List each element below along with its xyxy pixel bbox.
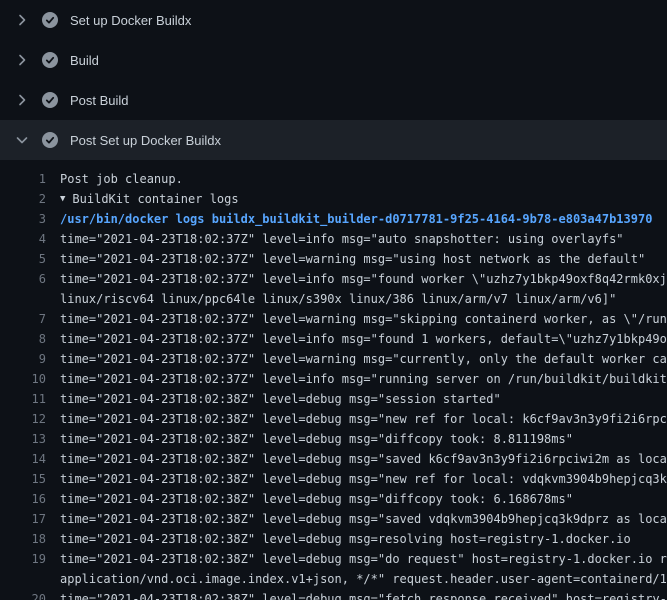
log-line: 19time="2021-04-23T18:02:38Z" level=debu…	[0, 549, 667, 569]
log-line: 20time="2021-04-23T18:02:38Z" level=debu…	[0, 589, 667, 600]
log-line: application/vnd.oci.image.index.v1+json,…	[0, 569, 667, 589]
log-line-text: Post job cleanup.	[46, 169, 183, 189]
step-label: Post Build	[70, 93, 129, 108]
chevron-down-icon[interactable]	[14, 132, 30, 148]
log-line: 6time="2021-04-23T18:02:37Z" level=info …	[0, 269, 667, 289]
log-line-text: time="2021-04-23T18:02:38Z" level=debug …	[46, 389, 501, 409]
log-line-text: time="2021-04-23T18:02:37Z" level=warnin…	[46, 249, 645, 269]
log-line-number: 1	[0, 169, 46, 189]
step-label: Post Set up Docker Buildx	[70, 133, 221, 148]
log-line-number: 13	[0, 429, 46, 449]
log-line: 3/usr/bin/docker logs buildx_buildkit_bu…	[0, 209, 667, 229]
log-line: 14time="2021-04-23T18:02:38Z" level=debu…	[0, 449, 667, 469]
log-line-text: time="2021-04-23T18:02:37Z" level=info m…	[46, 269, 667, 289]
check-circle-icon	[42, 92, 58, 108]
log-line-text: time="2021-04-23T18:02:37Z" level=info m…	[46, 329, 667, 349]
log-line-number: 8	[0, 329, 46, 349]
step-header-post-set-up-docker-buildx[interactable]: Post Set up Docker Buildx	[0, 120, 667, 160]
log-line-number: 4	[0, 229, 46, 249]
log-line-number: 12	[0, 409, 46, 429]
log-line-text: time="2021-04-23T18:02:37Z" level=warnin…	[46, 349, 667, 369]
log-line: 4time="2021-04-23T18:02:37Z" level=info …	[0, 229, 667, 249]
log-line-number: 15	[0, 469, 46, 489]
log-line-number: 3	[0, 209, 46, 229]
log-line-text: application/vnd.oci.image.index.v1+json,…	[46, 569, 667, 589]
log-line: 13time="2021-04-23T18:02:38Z" level=debu…	[0, 429, 667, 449]
log-line-text: time="2021-04-23T18:02:38Z" level=debug …	[46, 549, 667, 569]
log-line: 9time="2021-04-23T18:02:37Z" level=warni…	[0, 349, 667, 369]
log-line-text: time="2021-04-23T18:02:38Z" level=debug …	[46, 529, 631, 549]
step-header-build[interactable]: Build	[0, 40, 667, 80]
chevron-right-icon[interactable]	[14, 92, 30, 108]
workflow-steps-list: Set up Docker Buildx Build Post Build Po…	[0, 0, 667, 600]
log-line: 1Post job cleanup.	[0, 169, 667, 189]
log-line-text: BuildKit container logs	[65, 189, 238, 209]
log-line: 16time="2021-04-23T18:02:38Z" level=debu…	[0, 489, 667, 509]
log-line: 10time="2021-04-23T18:02:37Z" level=info…	[0, 369, 667, 389]
log-line-number	[0, 289, 46, 309]
log-line-number: 2	[0, 189, 46, 209]
log-line: 11time="2021-04-23T18:02:38Z" level=debu…	[0, 389, 667, 409]
log-line: 2▼BuildKit container logs	[0, 189, 667, 209]
chevron-right-icon[interactable]	[14, 12, 30, 28]
log-line-number: 19	[0, 549, 46, 569]
log-line-text: time="2021-04-23T18:02:38Z" level=debug …	[46, 589, 667, 600]
log-line-text: time="2021-04-23T18:02:38Z" level=debug …	[46, 429, 573, 449]
check-circle-icon	[42, 12, 58, 28]
log-line-text: time="2021-04-23T18:02:38Z" level=debug …	[46, 469, 667, 489]
step-header-post-build[interactable]: Post Build	[0, 80, 667, 120]
log-line-text: time="2021-04-23T18:02:38Z" level=debug …	[46, 409, 667, 429]
log-output: 1Post job cleanup.2▼BuildKit container l…	[0, 160, 667, 600]
log-line-text: linux/riscv64 linux/ppc64le linux/s390x …	[46, 289, 616, 309]
log-line-number: 7	[0, 309, 46, 329]
log-line-number: 14	[0, 449, 46, 469]
log-line-text: time="2021-04-23T18:02:38Z" level=debug …	[46, 449, 667, 469]
check-circle-icon	[42, 132, 58, 148]
log-line-number	[0, 569, 46, 589]
log-line: linux/riscv64 linux/ppc64le linux/s390x …	[0, 289, 667, 309]
log-line: 17time="2021-04-23T18:02:38Z" level=debu…	[0, 509, 667, 529]
check-circle-icon	[42, 52, 58, 68]
log-line-number: 17	[0, 509, 46, 529]
log-line-text: /usr/bin/docker logs buildx_buildkit_bui…	[46, 209, 652, 229]
log-line-number: 6	[0, 269, 46, 289]
log-line-number: 16	[0, 489, 46, 509]
log-line-number: 10	[0, 369, 46, 389]
log-line-number: 5	[0, 249, 46, 269]
log-line: 18time="2021-04-23T18:02:38Z" level=debu…	[0, 529, 667, 549]
log-line: 12time="2021-04-23T18:02:38Z" level=debu…	[0, 409, 667, 429]
log-line: 15time="2021-04-23T18:02:38Z" level=debu…	[0, 469, 667, 489]
log-line: 5time="2021-04-23T18:02:37Z" level=warni…	[0, 249, 667, 269]
step-header-set-up-docker-buildx[interactable]: Set up Docker Buildx	[0, 0, 667, 40]
log-line: 8time="2021-04-23T18:02:37Z" level=info …	[0, 329, 667, 349]
log-line-text: time="2021-04-23T18:02:37Z" level=warnin…	[46, 309, 667, 329]
log-group-toggle-icon[interactable]: ▼	[46, 189, 65, 209]
log-line-number: 11	[0, 389, 46, 409]
log-line-text: time="2021-04-23T18:02:37Z" level=info m…	[46, 369, 667, 389]
step-label: Set up Docker Buildx	[70, 13, 191, 28]
log-line-number: 9	[0, 349, 46, 369]
log-line: 7time="2021-04-23T18:02:37Z" level=warni…	[0, 309, 667, 329]
chevron-right-icon[interactable]	[14, 52, 30, 68]
log-line-text: time="2021-04-23T18:02:37Z" level=info m…	[46, 229, 624, 249]
log-line-text: time="2021-04-23T18:02:38Z" level=debug …	[46, 509, 667, 529]
log-line-text: time="2021-04-23T18:02:38Z" level=debug …	[46, 489, 573, 509]
step-label: Build	[70, 53, 99, 68]
log-line-number: 20	[0, 589, 46, 600]
log-line-number: 18	[0, 529, 46, 549]
